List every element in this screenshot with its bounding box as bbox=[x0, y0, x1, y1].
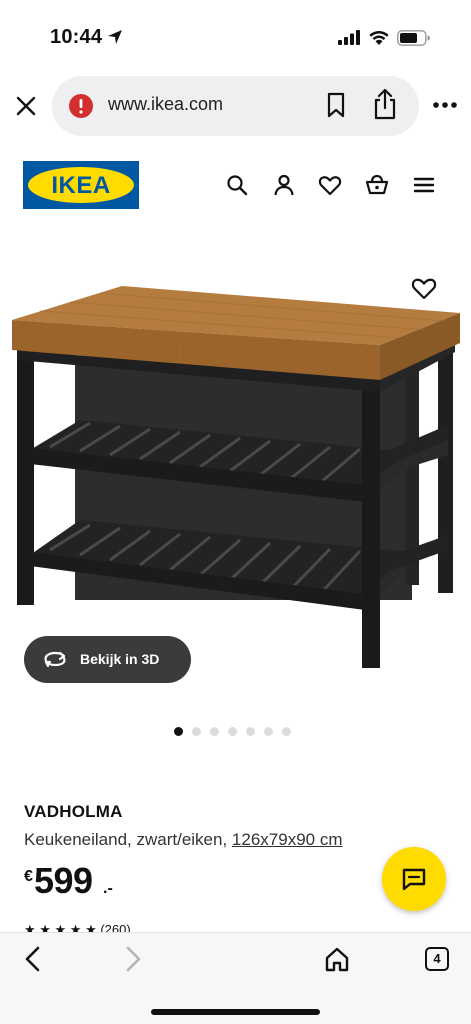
chat-icon bbox=[402, 868, 426, 891]
back-icon[interactable] bbox=[20, 945, 46, 973]
product-type: Keukeneiland, zwart/eiken, bbox=[24, 830, 228, 849]
more-icon[interactable] bbox=[432, 98, 458, 112]
gallery-dot[interactable] bbox=[174, 727, 183, 736]
status-bar: 10:44 bbox=[0, 0, 471, 70]
wifi-icon bbox=[369, 30, 389, 45]
gallery-dot[interactable] bbox=[264, 727, 273, 736]
location-arrow-icon bbox=[108, 30, 122, 44]
gallery-dot[interactable] bbox=[228, 727, 237, 736]
product-dimensions-link[interactable]: 126x79x90 cm bbox=[232, 830, 343, 849]
home-indicator bbox=[151, 1009, 320, 1015]
tabs-icon[interactable]: 4 bbox=[425, 947, 449, 971]
address-bar[interactable]: www.ikea.com bbox=[52, 76, 419, 136]
signal-bars-icon bbox=[338, 30, 360, 45]
url-text[interactable]: www.ikea.com bbox=[108, 94, 223, 115]
logo-text: IKEA bbox=[51, 172, 111, 199]
product-image[interactable] bbox=[0, 240, 471, 700]
account-icon[interactable] bbox=[272, 173, 296, 197]
product-description: Keukeneiland, zwart/eiken, 126x79x90 cm bbox=[24, 830, 343, 850]
status-time: 10:44 bbox=[50, 26, 103, 48]
battery-icon bbox=[397, 30, 430, 46]
view-in-3d-button[interactable]: Bekijk in 3D bbox=[24, 636, 191, 683]
share-icon[interactable] bbox=[372, 88, 398, 120]
home-icon[interactable] bbox=[324, 945, 350, 973]
favorite-heart-icon[interactable] bbox=[411, 276, 437, 300]
chat-button[interactable] bbox=[382, 847, 446, 911]
forward-icon[interactable] bbox=[120, 945, 146, 973]
search-icon[interactable] bbox=[225, 173, 249, 197]
bookmark-icon[interactable] bbox=[325, 92, 347, 118]
product-name: VADHOLMA bbox=[24, 802, 123, 821]
close-icon[interactable] bbox=[12, 92, 40, 120]
site-warning-icon[interactable] bbox=[68, 93, 94, 119]
gallery-dot[interactable] bbox=[192, 727, 201, 736]
cart-icon[interactable] bbox=[365, 173, 389, 197]
price-decimals: .- bbox=[103, 880, 113, 897]
price-currency: € bbox=[24, 868, 33, 885]
gallery-pagination bbox=[174, 727, 291, 737]
heart-icon[interactable] bbox=[318, 173, 342, 197]
rotate-3d-icon bbox=[44, 651, 66, 668]
gallery-dot[interactable] bbox=[282, 727, 291, 736]
browser-bar: www.ikea.com bbox=[0, 70, 471, 142]
ikea-logo[interactable]: IKEA bbox=[23, 161, 139, 209]
view-in-3d-label: Bekijk in 3D bbox=[80, 651, 160, 667]
browser-toolbar: 4 bbox=[0, 932, 471, 1024]
gallery-dot[interactable] bbox=[210, 727, 219, 736]
gallery-dot[interactable] bbox=[246, 727, 255, 736]
price-amount: 599 bbox=[34, 860, 93, 901]
menu-icon[interactable] bbox=[412, 173, 436, 197]
